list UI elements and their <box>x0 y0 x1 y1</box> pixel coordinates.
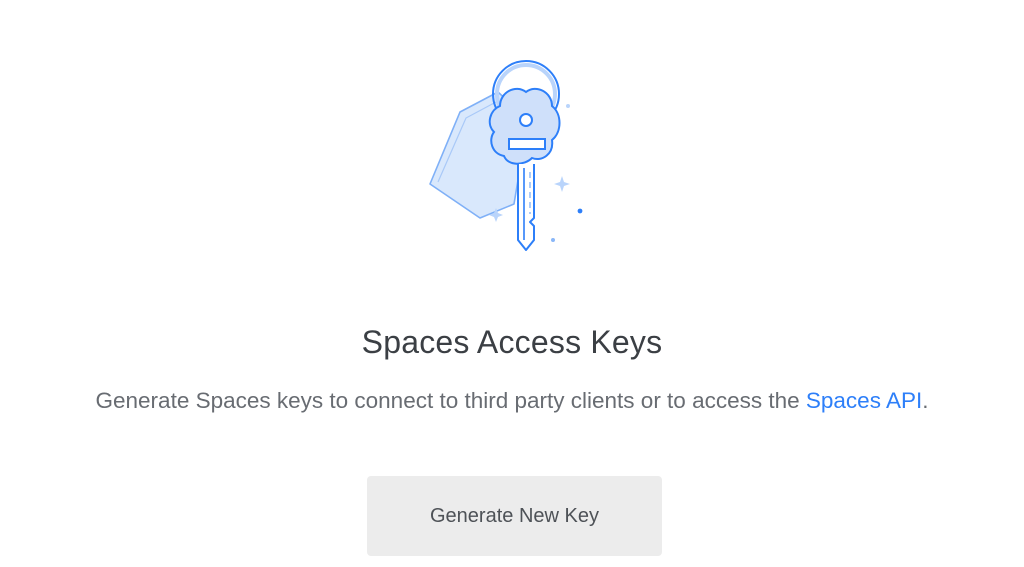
key-icon <box>429 60 583 251</box>
description-prefix: Generate Spaces keys to connect to third… <box>95 388 806 413</box>
spaces-api-link[interactable]: Spaces API <box>806 388 922 413</box>
page-title: Spaces Access Keys <box>361 324 663 360</box>
key-illustration <box>420 44 600 264</box>
description-text: Generate Spaces keys to connect to third… <box>0 386 1024 416</box>
description-suffix: . <box>922 388 929 413</box>
generate-new-key-button[interactable]: Generate New Key <box>367 476 662 556</box>
